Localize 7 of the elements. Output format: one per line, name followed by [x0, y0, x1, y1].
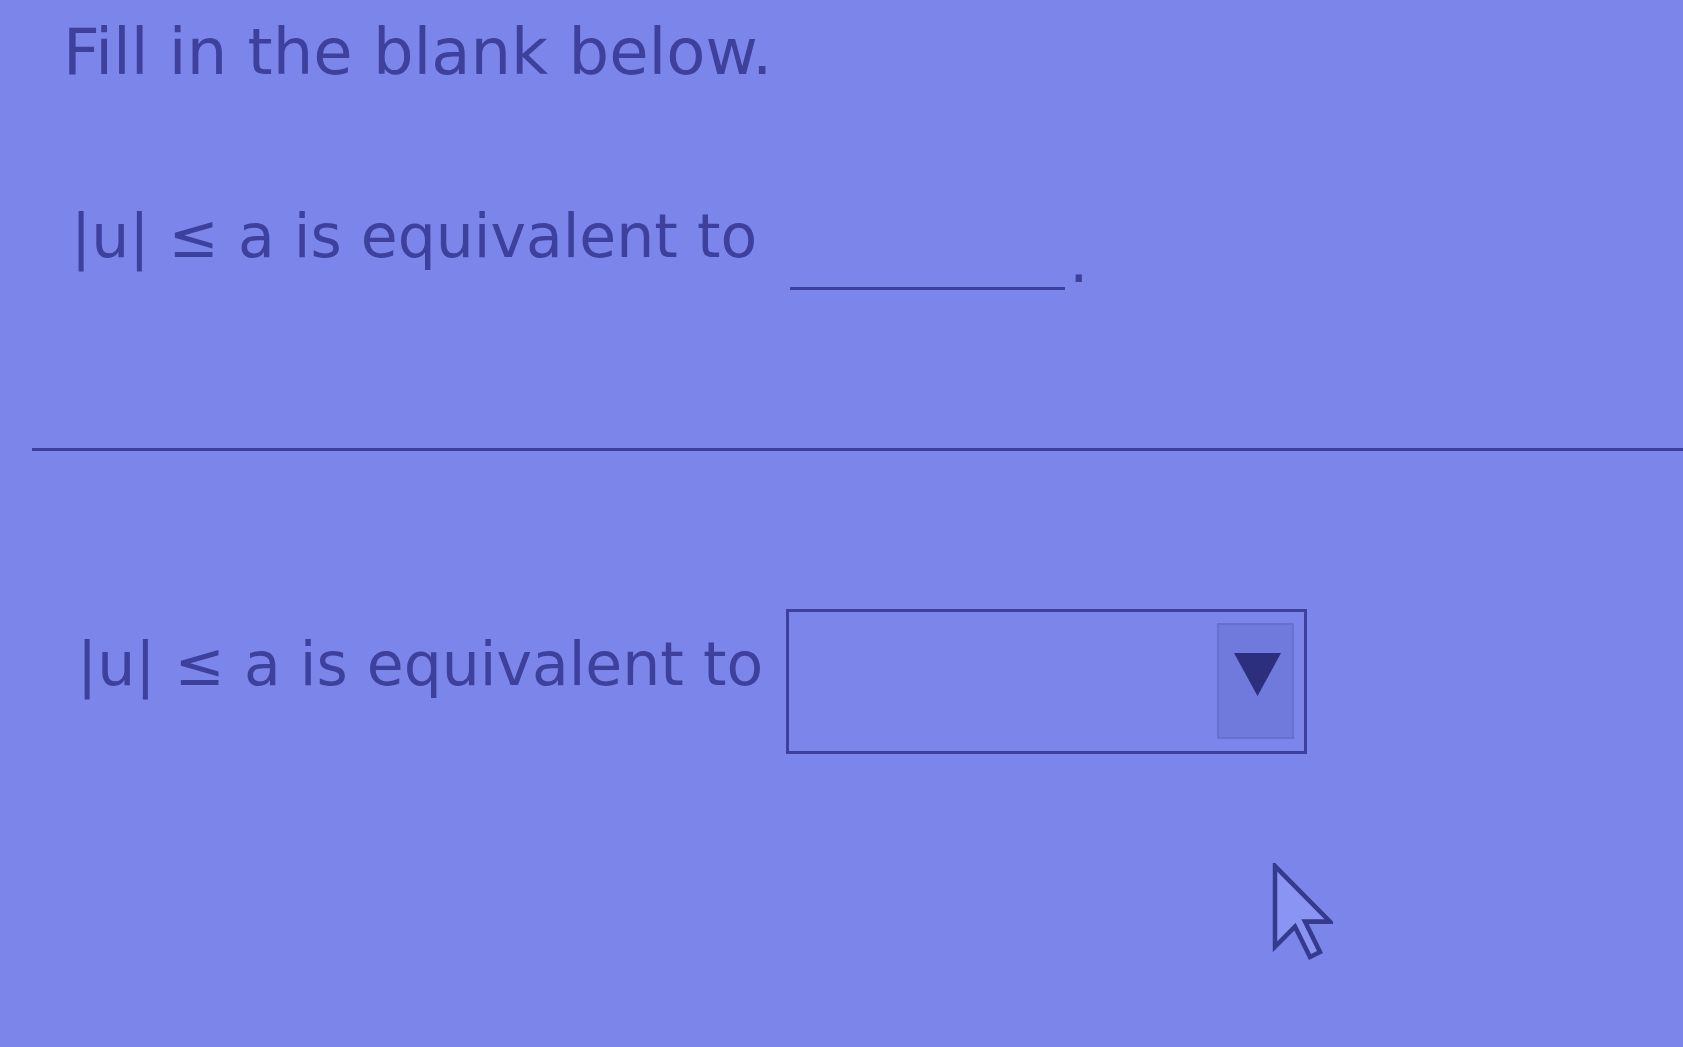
instruction-text: Fill in the blank below.	[63, 14, 773, 91]
caret-icon	[1217, 623, 1295, 740]
statement-text: |u| ≤ a is equivalent to	[77, 627, 764, 700]
period-text: .	[1069, 224, 1089, 297]
statement-text: |u| ≤ a is equivalent to	[71, 199, 758, 272]
answer-dropdown[interactable]	[786, 608, 1308, 754]
mouse-pointer-icon	[1272, 863, 1333, 960]
